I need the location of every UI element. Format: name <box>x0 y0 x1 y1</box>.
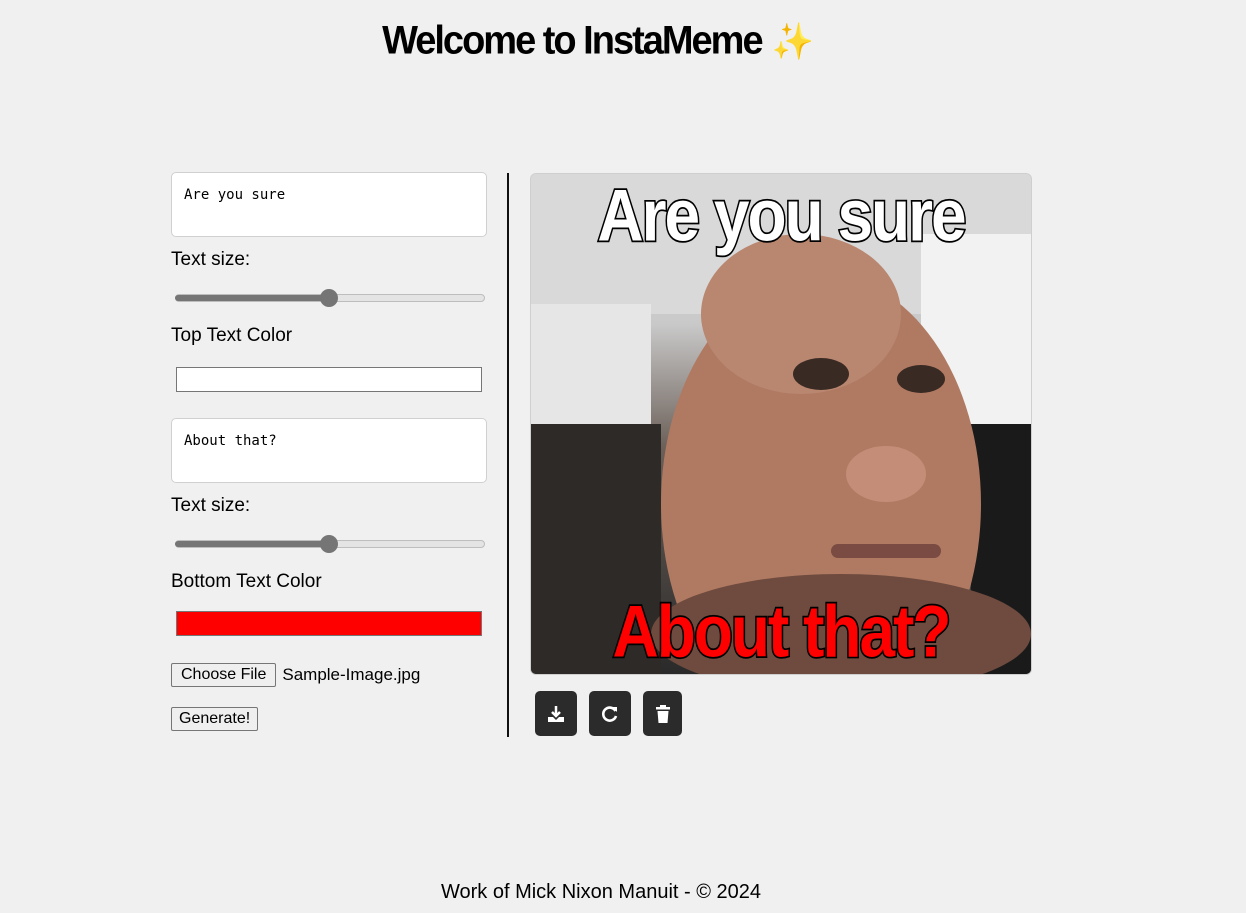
page-title: Welcome to InstaMeme ✨ <box>0 19 1196 64</box>
controls-panel: Are you sure Text size: Top Text Color A… <box>171 172 491 731</box>
meme-actions <box>535 691 682 736</box>
file-picker: Choose File Sample-Image.jpg <box>171 663 491 687</box>
slider-thumb[interactable] <box>320 535 338 553</box>
top-size-label: Text size: <box>171 249 251 270</box>
top-color-picker[interactable] <box>176 367 482 392</box>
bottom-color-picker[interactable] <box>176 611 482 636</box>
top-size-slider[interactable] <box>171 289 487 307</box>
trash-icon <box>655 704 670 723</box>
top-text-input[interactable]: Are you sure <box>171 172 487 237</box>
sparkle-icon: ✨ <box>771 22 814 62</box>
download-button[interactable] <box>535 691 577 736</box>
divider <box>507 173 509 737</box>
file-name: Sample-Image.jpg <box>282 665 421 684</box>
bottom-text-input[interactable]: About that? <box>171 418 487 483</box>
generate-button[interactable]: Generate! <box>171 707 259 731</box>
bottom-size-label: Text size: <box>171 495 251 516</box>
bottom-size-slider[interactable] <box>171 535 487 553</box>
top-color-label: Top Text Color <box>171 325 293 346</box>
slider-fill <box>175 295 329 301</box>
slider-fill <box>175 541 329 547</box>
meme-preview: Are you sure About that? <box>530 173 1032 675</box>
bottom-color-label: Bottom Text Color <box>171 571 322 592</box>
slider-thumb[interactable] <box>320 289 338 307</box>
refresh-button[interactable] <box>589 691 631 736</box>
meme-top-text: Are you sure <box>596 173 968 258</box>
download-icon <box>548 705 564 722</box>
delete-button[interactable] <box>643 691 682 736</box>
refresh-icon <box>602 705 618 722</box>
title-text: Welcome to InstaMeme <box>382 18 764 64</box>
meme-bottom-text: About that? <box>611 588 953 674</box>
choose-file-button[interactable]: Choose File <box>171 663 277 687</box>
footer-text: Work of Mick Nixon Manuit - © 2024 <box>440 881 762 903</box>
